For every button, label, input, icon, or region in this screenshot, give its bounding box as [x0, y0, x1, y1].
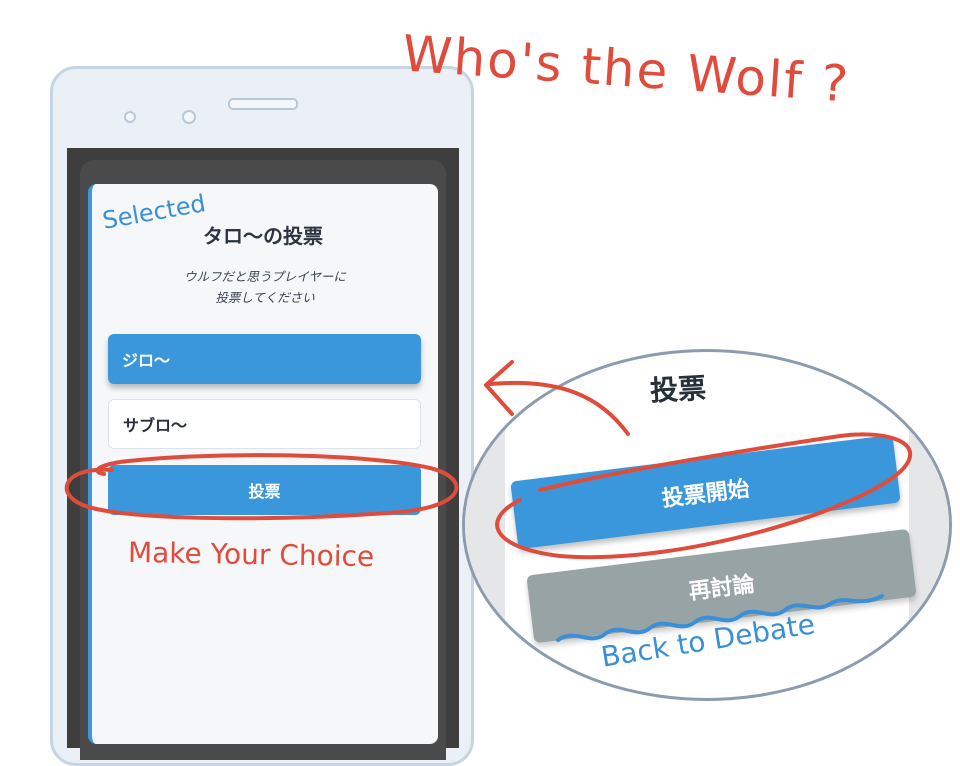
camera-dot-icon	[124, 111, 136, 123]
vote-instructions-line2: 投票してください	[215, 290, 315, 305]
camera-lens-icon	[182, 110, 196, 124]
player-option[interactable]: サブロ〜	[108, 399, 421, 449]
vote-instructions-line1: ウルフだと思うプレイヤーに	[184, 269, 346, 284]
vote-button[interactable]: 投票	[108, 465, 421, 515]
vote-instructions: ウルフだと思うプレイヤーに 投票してください	[150, 266, 380, 308]
annotation-make-choice: Make Your Choice	[127, 535, 375, 574]
start-vote-button[interactable]: 投票開始	[510, 434, 901, 550]
zoom-vote-title: 投票	[649, 371, 707, 408]
player-option-selected[interactable]: ジロ〜	[108, 334, 421, 384]
speaker-grill-icon	[228, 98, 298, 110]
zoom-right-edge	[909, 352, 949, 698]
zoom-left-edge	[465, 352, 505, 698]
